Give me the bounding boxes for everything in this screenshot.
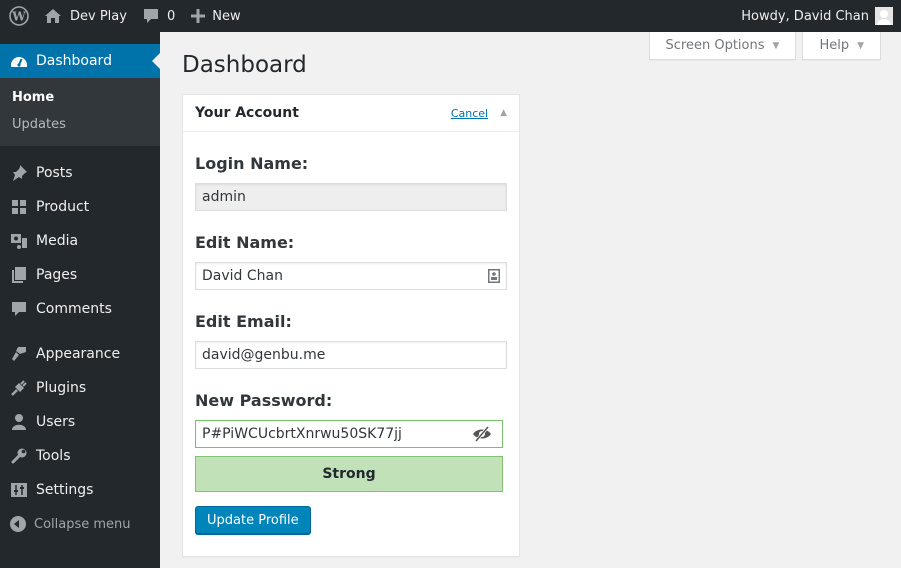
- sidebar-item-posts[interactable]: Posts: [0, 156, 160, 190]
- new-label: New: [212, 8, 241, 24]
- admin-sidebar: Dashboard Home Updates Posts Product Med…: [0, 32, 160, 568]
- admin-bar: W Dev Play 0 New Howdy, David Chan: [0, 0, 901, 32]
- update-profile-button[interactable]: Update Profile: [195, 506, 311, 534]
- collapse-menu-button[interactable]: Collapse menu: [0, 507, 160, 541]
- submenu-item-updates[interactable]: Updates: [0, 111, 160, 138]
- sidebar-item-label: Appearance: [36, 346, 121, 362]
- sidebar-item-dashboard[interactable]: Dashboard: [0, 44, 160, 78]
- sidebar-item-label: Pages: [36, 267, 78, 283]
- greeting: Howdy, David Chan: [741, 8, 869, 24]
- media-icon: [10, 232, 28, 250]
- hide-password-icon[interactable]: [472, 426, 492, 442]
- collapse-arrow-icon: [10, 516, 26, 532]
- svg-text:W: W: [11, 10, 26, 24]
- sidebar-item-label: Tools: [36, 448, 71, 464]
- caret-down-icon: ▼: [857, 40, 864, 51]
- screen-meta-links: Screen Options ▼ Help ▼: [648, 32, 881, 60]
- site-name-link[interactable]: Dev Play: [36, 0, 135, 32]
- brush-icon: [10, 345, 28, 363]
- sidebar-item-label: Dashboard: [36, 53, 112, 69]
- plug-icon: [10, 379, 28, 397]
- sidebar-item-label: Plugins: [36, 380, 87, 396]
- pages-icon: [10, 266, 28, 284]
- sidebar-item-product[interactable]: Product: [0, 190, 160, 224]
- caret-down-icon: ▼: [772, 40, 780, 51]
- new-content-link[interactable]: New: [183, 0, 248, 32]
- wrench-icon: [10, 447, 28, 465]
- page-title: Dashboard: [182, 52, 307, 78]
- sidebar-item-appearance[interactable]: Appearance: [0, 337, 160, 371]
- pin-icon: [10, 164, 28, 182]
- sidebar-item-label: Posts: [36, 165, 73, 181]
- comments-link[interactable]: 0: [135, 0, 183, 32]
- your-account-box: Your Account Cancel ▲ Login Name: admin …: [182, 94, 520, 557]
- box-title: Your Account: [195, 105, 299, 121]
- help-label: Help: [819, 38, 850, 53]
- wordpress-logo-button[interactable]: W: [2, 0, 36, 32]
- login-name-value: admin: [202, 189, 246, 205]
- dashboard-icon: [10, 52, 28, 70]
- edit-name-label: Edit Name:: [195, 233, 295, 252]
- settings-icon: [10, 481, 28, 499]
- sidebar-item-label: Settings: [36, 482, 94, 498]
- sidebar-item-tools[interactable]: Tools: [0, 439, 160, 473]
- wordpress-logo-icon: W: [9, 6, 29, 26]
- sidebar-item-label: Product: [36, 199, 90, 215]
- home-icon: [45, 9, 61, 23]
- submenu-item-home[interactable]: Home: [0, 84, 160, 111]
- login-name-label: Login Name:: [195, 154, 309, 173]
- grid-icon: [10, 198, 28, 216]
- screen-options-button[interactable]: Screen Options ▼: [648, 32, 797, 60]
- my-account-link[interactable]: Howdy, David Chan: [741, 0, 901, 32]
- sidebar-item-label: Users: [36, 414, 76, 430]
- edit-email-input[interactable]: david@genbu.me: [195, 341, 507, 369]
- comment-icon: [143, 9, 158, 23]
- edit-email-value: david@genbu.me: [202, 347, 326, 363]
- new-password-value: P#PiWCUcbrtXnrwu50SK77jj: [202, 426, 402, 442]
- new-password-label: New Password:: [195, 391, 333, 410]
- collapse-label: Collapse menu: [34, 516, 131, 532]
- avatar: [875, 7, 893, 25]
- sidebar-item-comments[interactable]: Comments: [0, 292, 160, 326]
- sidebar-item-media[interactable]: Media: [0, 224, 160, 258]
- screen-options-label: Screen Options: [665, 38, 765, 53]
- sidebar-item-users[interactable]: Users: [0, 405, 160, 439]
- cancel-link[interactable]: Cancel: [451, 107, 488, 120]
- help-button[interactable]: Help ▼: [802, 32, 881, 60]
- sidebar-item-settings[interactable]: Settings: [0, 473, 160, 507]
- sidebar-item-label: Comments: [36, 301, 112, 317]
- sidebar-item-label: Media: [36, 233, 79, 249]
- sidebar-item-pages[interactable]: Pages: [0, 258, 160, 292]
- sidebar-item-plugins[interactable]: Plugins: [0, 371, 160, 405]
- edit-email-label: Edit Email:: [195, 312, 292, 331]
- box-header: Your Account Cancel ▲: [183, 95, 519, 132]
- comment-icon: [10, 300, 28, 318]
- dashboard-submenu: Home Updates: [0, 78, 160, 146]
- edit-name-input[interactable]: David Chan: [195, 262, 507, 290]
- user-icon: [10, 413, 28, 431]
- collapse-toggle-icon[interactable]: ▲: [500, 108, 507, 118]
- plus-icon: [191, 9, 206, 23]
- edit-name-value: David Chan: [202, 268, 283, 284]
- password-strength-indicator: Strong: [195, 456, 503, 492]
- site-name: Dev Play: [70, 8, 127, 24]
- comments-count: 0: [166, 8, 176, 24]
- new-password-input[interactable]: P#PiWCUcbrtXnrwu50SK77jj: [195, 420, 503, 448]
- login-name-field: admin: [195, 183, 507, 211]
- contact-card-icon[interactable]: [488, 269, 500, 283]
